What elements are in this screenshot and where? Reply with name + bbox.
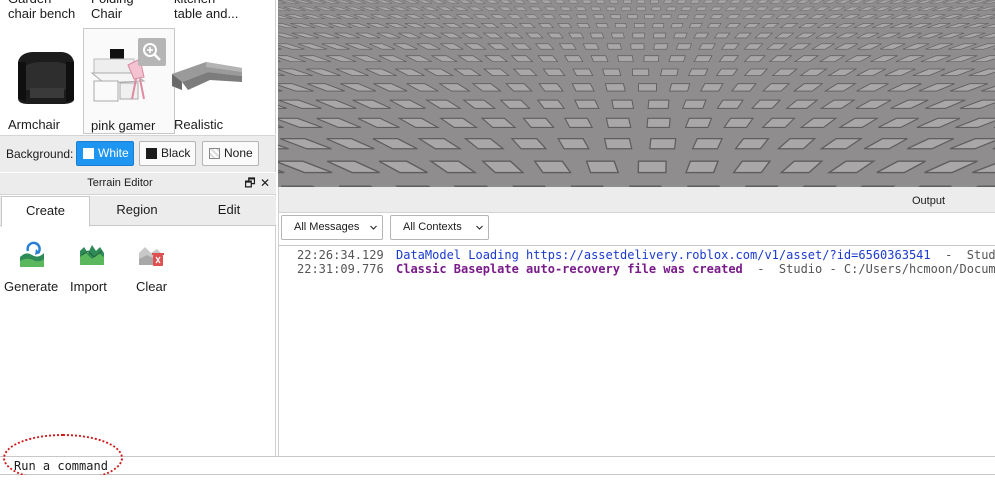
log-message: Classic Baseplate auto-recovery file was… (396, 262, 743, 276)
output-panel: Output All Messages All Contexts 22:26:3… (278, 187, 995, 456)
background-selector-bar: Background: White Black None (0, 135, 276, 172)
tab-region[interactable]: Region (92, 196, 182, 226)
output-title: Output (912, 195, 946, 207)
tab-create[interactable]: Create (1, 196, 90, 227)
3d-viewport[interactable] (278, 0, 995, 187)
chevron-down-icon (476, 225, 483, 230)
generate-icon (20, 241, 44, 267)
status-strip (0, 475, 995, 491)
background-white-label: White (98, 146, 129, 160)
background-black-button[interactable]: Black (139, 141, 196, 166)
tab-edit[interactable]: Edit (184, 196, 274, 226)
toolbox-item-pink-gamer[interactable]: pink gamer (83, 28, 175, 134)
import-icon (80, 245, 104, 265)
background-label: Background: (6, 147, 74, 161)
clear-icon (139, 247, 164, 266)
toolbox-item-label: Realistic (174, 117, 224, 132)
toolbox-item-realistic[interactable]: Realistic (166, 28, 258, 134)
zoom-preview-button[interactable] (138, 38, 166, 66)
log-separator: - (930, 248, 967, 262)
message-filter-value: All Messages (294, 221, 360, 233)
log-message-line: DataModel Loading https://assetdelivery.… (396, 248, 995, 262)
output-header: Output (279, 187, 995, 213)
close-icon[interactable]: ✕ (259, 177, 271, 189)
black-swatch-icon (146, 148, 157, 159)
realistic-sofa-thumbnail (172, 62, 242, 90)
terrain-editor-title: Terrain Editor (87, 177, 153, 189)
log-timestamp: 22:26:34.129 (297, 248, 384, 262)
armchair-thumbnail (18, 52, 74, 104)
toolbox-item-armchair[interactable]: Armchair (0, 28, 92, 134)
message-filter-dropdown[interactable]: All Messages (281, 215, 383, 240)
context-filter-value: All Contexts (403, 221, 462, 233)
terrain-editor-tabs: Create Region Edit (0, 196, 276, 227)
background-none-label: None (224, 146, 253, 160)
white-swatch-icon (83, 148, 94, 159)
clear-label: Clear (136, 279, 168, 294)
toolbox-item-label[interactable]: kitchen table and... (174, 0, 269, 21)
toolbox-item-label: pink gamer (91, 118, 156, 133)
context-filter-dropdown[interactable]: All Contexts (390, 215, 489, 240)
background-white-button[interactable]: White (76, 141, 134, 166)
log-timestamp: 22:31:09.776 (297, 262, 384, 276)
log-message: DataModel Loading https://assetdelivery.… (396, 248, 931, 262)
toolbox-item-label: Armchair (8, 117, 61, 132)
log-separator: - (742, 262, 779, 276)
terrain-editor-panel: Terrain Editor 🗗 ✕ Create Region Edit Ge… (0, 173, 276, 456)
terrain-editor-header: Terrain Editor 🗗 ✕ (0, 173, 276, 195)
log-source: Studio - C:/Users/hcmoon/Documents (778, 262, 995, 276)
zoom-in-icon (143, 43, 161, 61)
command-bar (0, 456, 995, 475)
log-message-line: Classic Baseplate auto-recovery file was… (396, 262, 995, 276)
chevron-down-icon (370, 225, 377, 230)
float-window-icon[interactable]: 🗗 (244, 177, 256, 189)
background-black-label: Black (161, 146, 191, 160)
command-input[interactable] (10, 458, 990, 474)
output-log[interactable]: 22:26:34.129 DataModel Loading https://a… (279, 245, 995, 456)
toolbox-panel: Garden chair bench Folding Chair kitchen… (0, 0, 276, 134)
transparent-swatch-icon (209, 148, 220, 159)
toolbox-item-label[interactable]: Folding Chair (91, 0, 166, 21)
generate-label: Generate (4, 279, 59, 294)
log-source: Studio (966, 248, 995, 262)
background-none-button[interactable]: None (202, 141, 259, 166)
baseplate-grid (278, 0, 995, 187)
import-label: Import (70, 279, 107, 294)
toolbox-item-label[interactable]: Garden chair bench (8, 0, 83, 21)
